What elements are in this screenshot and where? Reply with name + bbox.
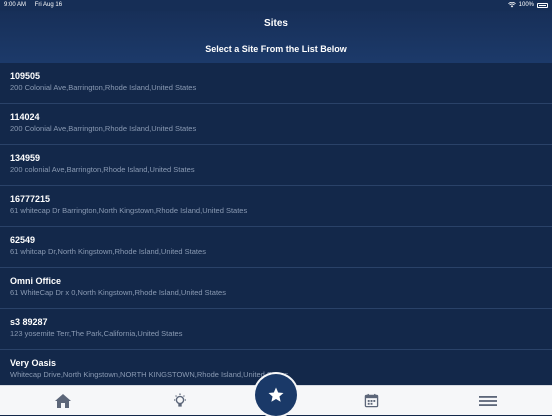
star-icon — [268, 387, 284, 402]
header: Sites Select a Site From the List Below — [0, 11, 552, 64]
site-row[interactable]: 134959 200 colonial Ave,Barrington,Rhode… — [0, 145, 552, 186]
site-address: 200 Colonial Ave,Barrington,Rhode Island… — [10, 124, 197, 133]
wifi-icon — [507, 2, 516, 8]
home-icon — [55, 393, 71, 408]
site-row[interactable]: 62549 61 whitcap Dr,North Kingstown,Rhod… — [0, 227, 552, 268]
site-list[interactable]: 109505 200 Colonial Ave,Barrington,Rhode… — [0, 63, 552, 385]
site-address: 200 colonial Ave,Barrington,Rhode Island… — [10, 165, 195, 174]
site-name: Very Oasis — [10, 358, 57, 368]
tab-menu[interactable] — [468, 386, 508, 415]
site-name: 114024 — [10, 112, 40, 122]
site-address: 123 yosemite Terr,The Park,California,Un… — [10, 329, 183, 338]
site-row[interactable]: Omni Office 61 WhiteCap Dr x 0,North Kin… — [0, 268, 552, 309]
site-name: 62549 — [10, 235, 36, 245]
battery-icon — [537, 2, 548, 8]
site-name: 109505 — [10, 71, 41, 81]
page-subtitle: Select a Site From the List Below — [205, 44, 347, 54]
battery-percent: 100% — [518, 2, 534, 8]
site-address: 61 whitecap Dr Barrington,North Kingstow… — [10, 206, 248, 215]
status-time: 9:00 AM — [4, 2, 27, 8]
site-name: Omni Office — [10, 276, 62, 286]
tab-home[interactable] — [43, 386, 83, 415]
site-name: s3 89287 — [10, 317, 48, 327]
tab-calendar[interactable] — [351, 386, 391, 415]
lightbulb-icon — [174, 393, 186, 407]
page-title: Sites — [264, 18, 288, 29]
site-name: 16777215 — [10, 194, 51, 204]
site-address: Whitecap Drive,North Kingstown,NORTH KIN… — [10, 370, 289, 379]
site-address: 200 Colonial Ave,Barrington,Rhode Island… — [10, 83, 197, 92]
tab-tips[interactable] — [160, 386, 200, 415]
site-name: 134959 — [10, 153, 41, 163]
site-row[interactable]: s3 89287 123 yosemite Terr,The Park,Cali… — [0, 309, 552, 350]
status-left: 9:00 AM Fri Aug 16 — [4, 2, 69, 8]
tab-favorites[interactable] — [255, 374, 297, 416]
status-right: 100% — [507, 2, 548, 8]
site-row[interactable]: 16777215 61 whitecap Dr Barrington,North… — [0, 186, 552, 227]
calendar-icon — [364, 393, 378, 408]
status-bar: 9:00 AM Fri Aug 16 100% — [0, 0, 552, 11]
site-address: 61 WhiteCap Dr x 0,North Kingstown,Rhode… — [10, 288, 226, 297]
site-row[interactable]: 114024 200 Colonial Ave,Barrington,Rhode… — [0, 104, 552, 145]
status-date: Fri Aug 16 — [34, 2, 63, 8]
site-address: 61 whitcap Dr,North Kingstown,Rhode Isla… — [10, 247, 206, 256]
site-row[interactable]: 109505 200 Colonial Ave,Barrington,Rhode… — [0, 63, 552, 104]
menu-icon — [479, 395, 497, 406]
tab-bar — [0, 374, 552, 416]
